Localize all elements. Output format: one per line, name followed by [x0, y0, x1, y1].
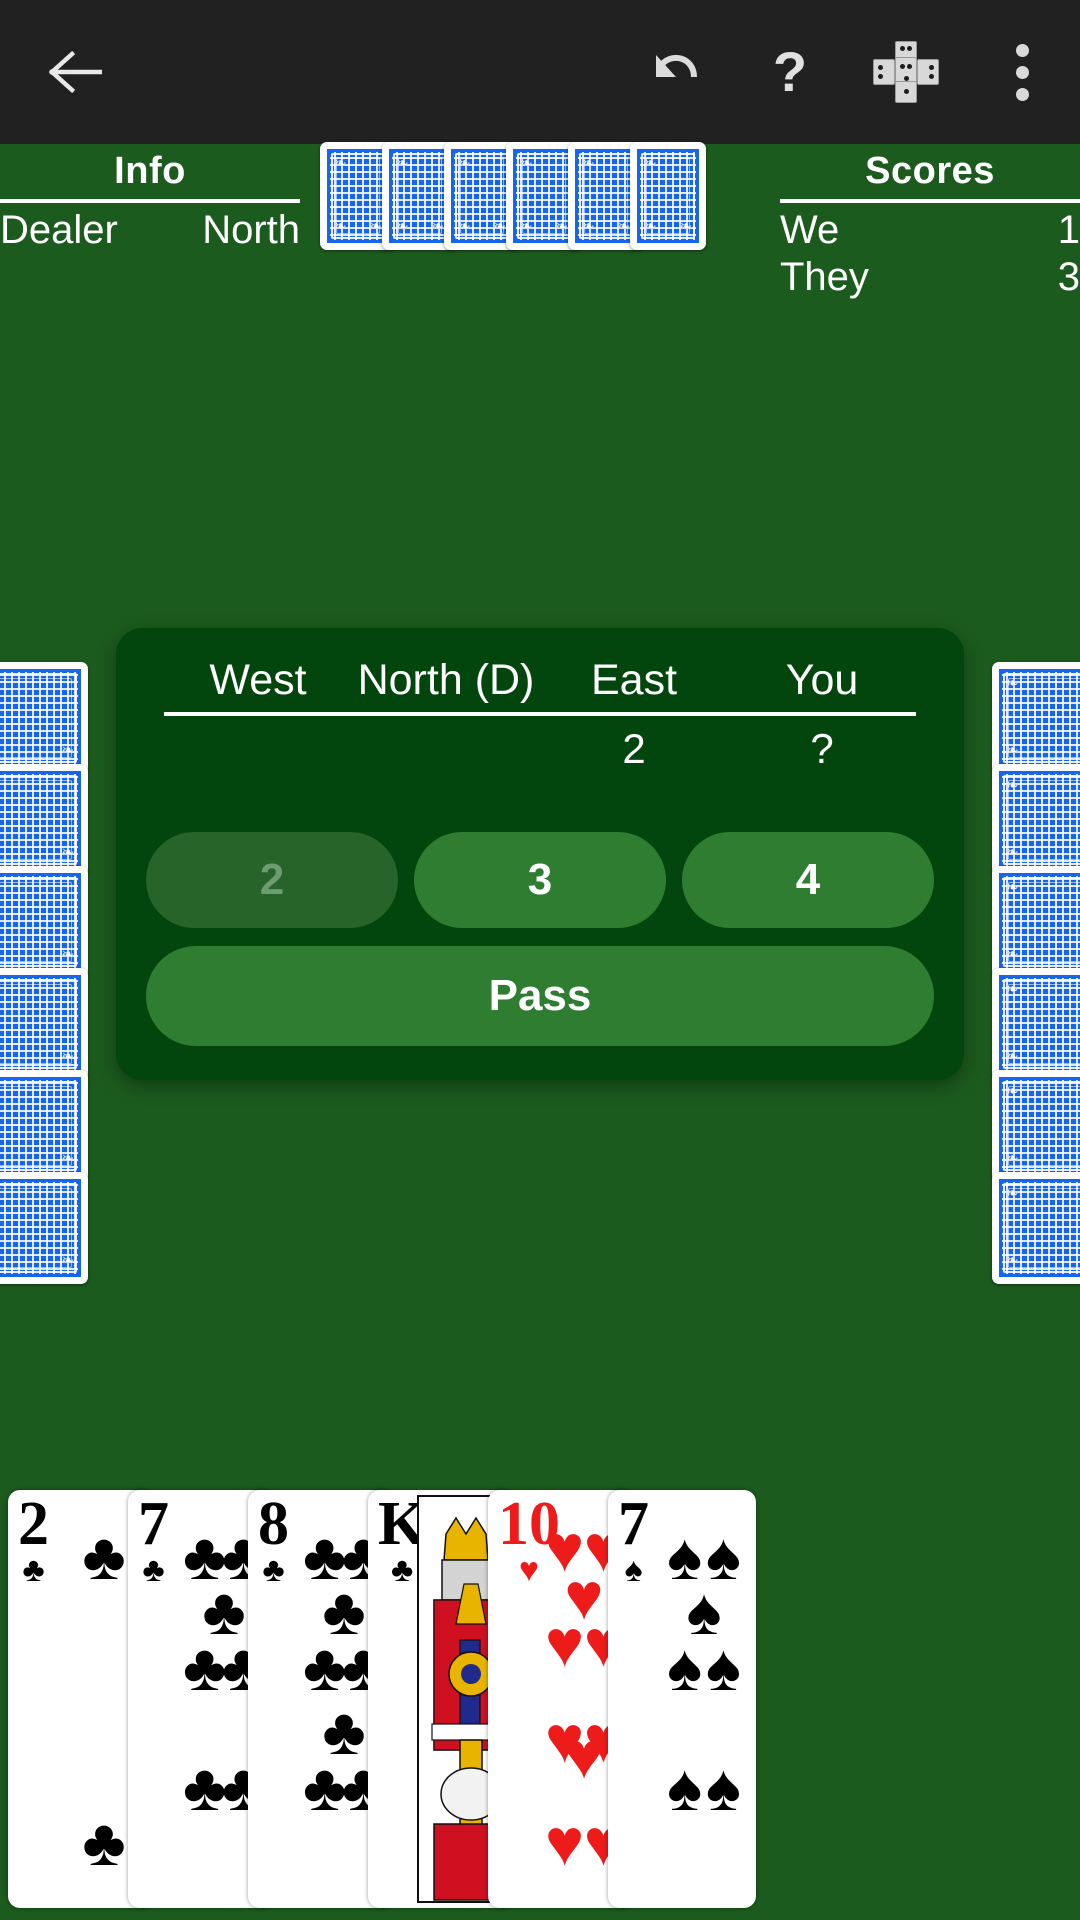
north-hand: ❧ ❧ ❧ ❧ ❧ ❧ ❧ ❧ ❧ ❧ ❧ ❧ ❧ ❧ ❧ ❧ ❧ ❧	[320, 142, 706, 250]
card-suit-hearts-icon: ♥	[518, 1551, 540, 1590]
bidding-dialog: West North (D) East You 2 ? 2 3 4 Pass	[116, 628, 964, 1081]
bidding-table-header: West North (D) East You	[146, 656, 934, 704]
card-pip-clubs-icon: ♣	[182, 1749, 227, 1824]
card-corner: 7 ♠	[618, 1490, 649, 1590]
scores-row-value: 1	[1057, 208, 1080, 252]
bid-column-west: West	[209, 656, 307, 704]
back-button-container[interactable]	[0, 0, 150, 144]
card-pips: ♠ ♠ ♠ ♠ ♠ ♠ ♠	[660, 1500, 748, 1898]
card-pip-hearts-icon: ♥	[545, 1805, 585, 1880]
scores-row-they: They 3	[780, 254, 1080, 301]
card-suit-clubs-icon: ♣	[22, 1551, 45, 1590]
east-hand: ❧❧❧❧❧❧❧❧❧❧❧❧❧❧❧❧❧❧	[992, 662, 1080, 1284]
card-pip-hearts-icon: ♥	[564, 1558, 604, 1633]
bid-button-3[interactable]: 3	[414, 832, 666, 929]
info-row-dealer: Dealer North	[0, 207, 300, 254]
card-rank: 8	[258, 1490, 289, 1558]
info-panel: Info Dealer North	[0, 150, 300, 254]
card-back: ❧❧❧	[0, 968, 88, 1080]
bid-column-east: East	[590, 656, 678, 704]
card-back: ❧❧❧	[0, 866, 88, 978]
card-back: ❧❧❧	[630, 142, 706, 250]
card-pip-clubs-icon: ♣	[202, 1574, 246, 1649]
overflow-menu-icon	[1015, 43, 1029, 101]
game-screen: ? Info Dealer North Scores We 1 They 3 ❧…	[0, 0, 1080, 1920]
card-back: ❧❧❧	[0, 1070, 88, 1182]
app-bar-actions: ?	[616, 0, 1080, 144]
west-hand: ❧❧❧❧❧❧❧❧❧❧❧❧❧❧❧❧❧❧	[0, 662, 88, 1284]
bid-value-north	[352, 722, 540, 778]
card-back: ❧❧❧	[0, 764, 88, 876]
bid-value-you: ?	[810, 725, 834, 773]
bid-button-2[interactable]: 2	[146, 832, 398, 929]
card-suit-clubs-icon: ♣	[262, 1551, 285, 1590]
player-card[interactable]: 7 ♠ ♠ ♠ ♠ ♠ ♠ ♠ ♠	[608, 1490, 756, 1908]
card-rank: 7	[618, 1490, 649, 1558]
card-suit-clubs-icon: ♣	[390, 1551, 414, 1590]
player-hand: 2 ♣ ♣ ♣ 7 ♣ ♣ ♣ ♣ ♣ ♣ ♣ ♣ 8 ♣ ♣ ♣ ♣ ♣ ♣ ♣ ♣ ♣ K ♣ 10 ♥ ♥ ♥ ♥ ♥ ♥ ♥ ♥ ♥ ♥ ♥ 7 ♠…	[8, 1490, 756, 1920]
card-back: ❧❧❧	[992, 1070, 1080, 1182]
card-suit-clubs-icon: ♣	[142, 1551, 165, 1590]
bid-buttons-row: 2 3 4	[146, 832, 934, 929]
info-panel-title: Info	[114, 150, 186, 192]
help-icon: ?	[772, 40, 808, 103]
card-pip-clubs-icon: ♣	[82, 1805, 126, 1880]
card-back: ❧❧❧	[992, 662, 1080, 774]
undo-button[interactable]	[616, 0, 732, 144]
info-panel-divider	[0, 199, 300, 203]
pass-button[interactable]: Pass	[146, 946, 934, 1047]
card-back: ❧❧❧	[992, 1172, 1080, 1284]
scores-row-we: We 1	[780, 207, 1080, 254]
card-pip-spades-icon: ♠	[705, 1749, 741, 1824]
card-suit-spades-icon: ♠	[624, 1551, 643, 1590]
card-pip-clubs-icon: ♣	[302, 1749, 347, 1824]
scores-panel: Scores We 1 They 3	[780, 150, 1080, 301]
bidding-table-row: 2 ?	[146, 716, 934, 778]
card-pip-clubs-icon: ♣	[322, 1574, 366, 1649]
help-button[interactable]: ?	[732, 0, 848, 144]
scores-row-value: 3	[1057, 255, 1080, 300]
bid-value-west	[164, 722, 352, 778]
bidding-table: West North (D) East You 2 ?	[146, 656, 934, 778]
bid-column-north: North (D)	[357, 656, 535, 704]
scores-panel-divider	[780, 199, 1080, 203]
more-options-button[interactable]	[964, 0, 1080, 144]
card-rank: 2	[18, 1490, 49, 1558]
card-back: ❧❧❧	[992, 764, 1080, 876]
card-corner: 2 ♣	[18, 1490, 49, 1590]
scores-panel-title: Scores	[865, 150, 995, 192]
scores-row-label: They	[780, 255, 869, 300]
bid-column-you: You	[785, 656, 859, 704]
scores-row-label: We	[780, 208, 840, 252]
card-pip-hearts-icon: ♥	[545, 1701, 585, 1776]
bid-value-east: 2	[622, 725, 646, 773]
card-pip-spades-icon: ♠	[686, 1574, 722, 1649]
bid-button-4[interactable]: 4	[682, 832, 934, 929]
card-back: ❧❧❧	[992, 968, 1080, 1080]
info-row-value: North	[202, 208, 300, 252]
card-corner: 8 ♣	[258, 1490, 289, 1590]
card-back: ❧❧❧	[0, 662, 88, 774]
cards-button[interactable]	[848, 0, 964, 144]
card-back: ❧❧❧	[0, 1172, 88, 1284]
card-rank: 7	[138, 1490, 169, 1558]
app-bar: ?	[0, 0, 1080, 144]
card-corner: 7 ♣	[138, 1490, 169, 1590]
info-row-label: Dealer	[0, 208, 118, 252]
card-pip-clubs-icon: ♣	[82, 1518, 126, 1593]
card-pip-spades-icon: ♠	[667, 1749, 703, 1824]
cards-cross-icon	[873, 41, 939, 103]
back-button[interactable]	[17, 0, 133, 144]
card-back: ❧❧❧	[992, 866, 1080, 978]
